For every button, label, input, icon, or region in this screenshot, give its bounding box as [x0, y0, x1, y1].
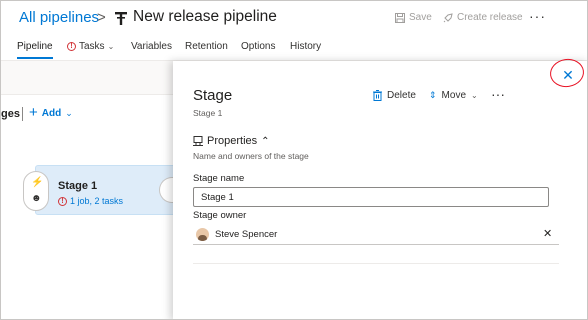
chevron-down-icon: ⌄	[107, 42, 115, 51]
create-release-label: Create release	[457, 12, 523, 23]
properties-section-toggle[interactable]: Properties ⌃	[193, 135, 270, 147]
delete-button[interactable]: Delete	[373, 90, 416, 101]
up-down-icon: ⇕	[429, 90, 437, 100]
lightning-icon: ⚡	[31, 177, 44, 188]
save-button[interactable]: Save	[395, 12, 432, 23]
chevron-down-icon: ⌄	[65, 107, 73, 118]
error-icon: !	[58, 196, 67, 206]
tab-options[interactable]: Options	[241, 41, 275, 52]
tab-history[interactable]: History	[290, 41, 321, 52]
pipeline-icon	[115, 12, 127, 25]
move-button[interactable]: ⇕ Move ⌄	[429, 90, 478, 101]
plus-icon: +	[29, 104, 38, 121]
stages-divider	[22, 107, 23, 121]
tab-retention[interactable]: Retention	[185, 41, 228, 52]
canvas-toolbar-area	[1, 61, 177, 95]
tab-pipeline[interactable]: Pipeline	[17, 41, 53, 52]
tab-tasks[interactable]: ! Tasks ⌄	[67, 41, 114, 52]
properties-description: Name and owners of the stage	[193, 151, 309, 161]
stage-properties-panel: Stage Stage 1 Delete ⇕ Move ⌄ ··· ✕ Prop…	[173, 56, 587, 319]
panel-title: Stage	[193, 87, 233, 104]
stage-owner-picker[interactable]: Steve Spencer ✕	[193, 225, 559, 245]
tab-options-label: Options	[241, 41, 276, 52]
stage-name-input[interactable]	[193, 187, 549, 207]
properties-header: Properties	[207, 135, 258, 147]
panel-more-button[interactable]: ···	[491, 86, 505, 102]
tab-variables[interactable]: Variables	[131, 41, 172, 52]
stages-label: ges	[1, 108, 20, 120]
tab-bar: Pipeline ! Tasks ⌄ Variables Retention O…	[1, 37, 587, 59]
save-label: Save	[409, 12, 432, 23]
save-icon	[395, 12, 405, 23]
chevron-down-icon: ⌄	[471, 91, 478, 100]
active-tab-indicator	[17, 57, 53, 59]
stage-card-name: Stage 1	[58, 180, 98, 192]
move-label: Move	[441, 90, 466, 101]
header-more-button[interactable]: ···	[529, 8, 546, 24]
release-pipeline-editor: All pipelines > New release pipeline Sav…	[0, 0, 588, 320]
breadcrumb-all-pipelines[interactable]: All pipelines	[19, 9, 99, 26]
avatar	[196, 228, 209, 241]
panel-divider	[193, 263, 559, 264]
trash-icon	[373, 90, 382, 101]
top-header: All pipelines > New release pipeline Sav…	[1, 1, 587, 35]
stage-owner-label: Stage owner	[193, 210, 247, 221]
breadcrumb-separator: >	[97, 9, 106, 26]
add-label: Add	[41, 107, 62, 119]
panel-subtitle: Stage 1	[193, 108, 223, 118]
clear-owner-icon[interactable]: ✕	[543, 227, 552, 240]
stage-name-label: Stage name	[193, 173, 245, 184]
tab-variables-label: Variables	[131, 41, 172, 52]
page-title: New release pipeline	[133, 8, 277, 25]
create-release-button[interactable]: Create release	[443, 12, 523, 23]
stage-card-summary: 1 job, 2 tasks	[70, 196, 124, 206]
chevron-up-icon: ⌃	[261, 135, 270, 147]
error-icon: !	[67, 42, 76, 51]
tab-retention-label: Retention	[185, 41, 228, 52]
stage-owner-name: Steve Spencer	[215, 229, 278, 240]
delete-label: Delete	[387, 90, 416, 101]
tab-history-label: History	[290, 41, 322, 52]
properties-icon	[193, 136, 203, 146]
stage-card-tasks-link[interactable]: ! 1 job, 2 tasks	[58, 196, 123, 206]
stage-card[interactable]: Stage 1 ! 1 job, 2 tasks	[35, 165, 177, 215]
rocket-icon	[443, 12, 453, 22]
tab-tasks-label: Tasks	[79, 41, 105, 52]
tab-pipeline-label: Pipeline	[17, 41, 53, 52]
pre-deployment-conditions[interactable]: ⚡ ☻	[23, 171, 49, 211]
add-stage-button[interactable]: + Add ⌄	[29, 104, 73, 121]
person-icon: ☻	[31, 193, 42, 204]
